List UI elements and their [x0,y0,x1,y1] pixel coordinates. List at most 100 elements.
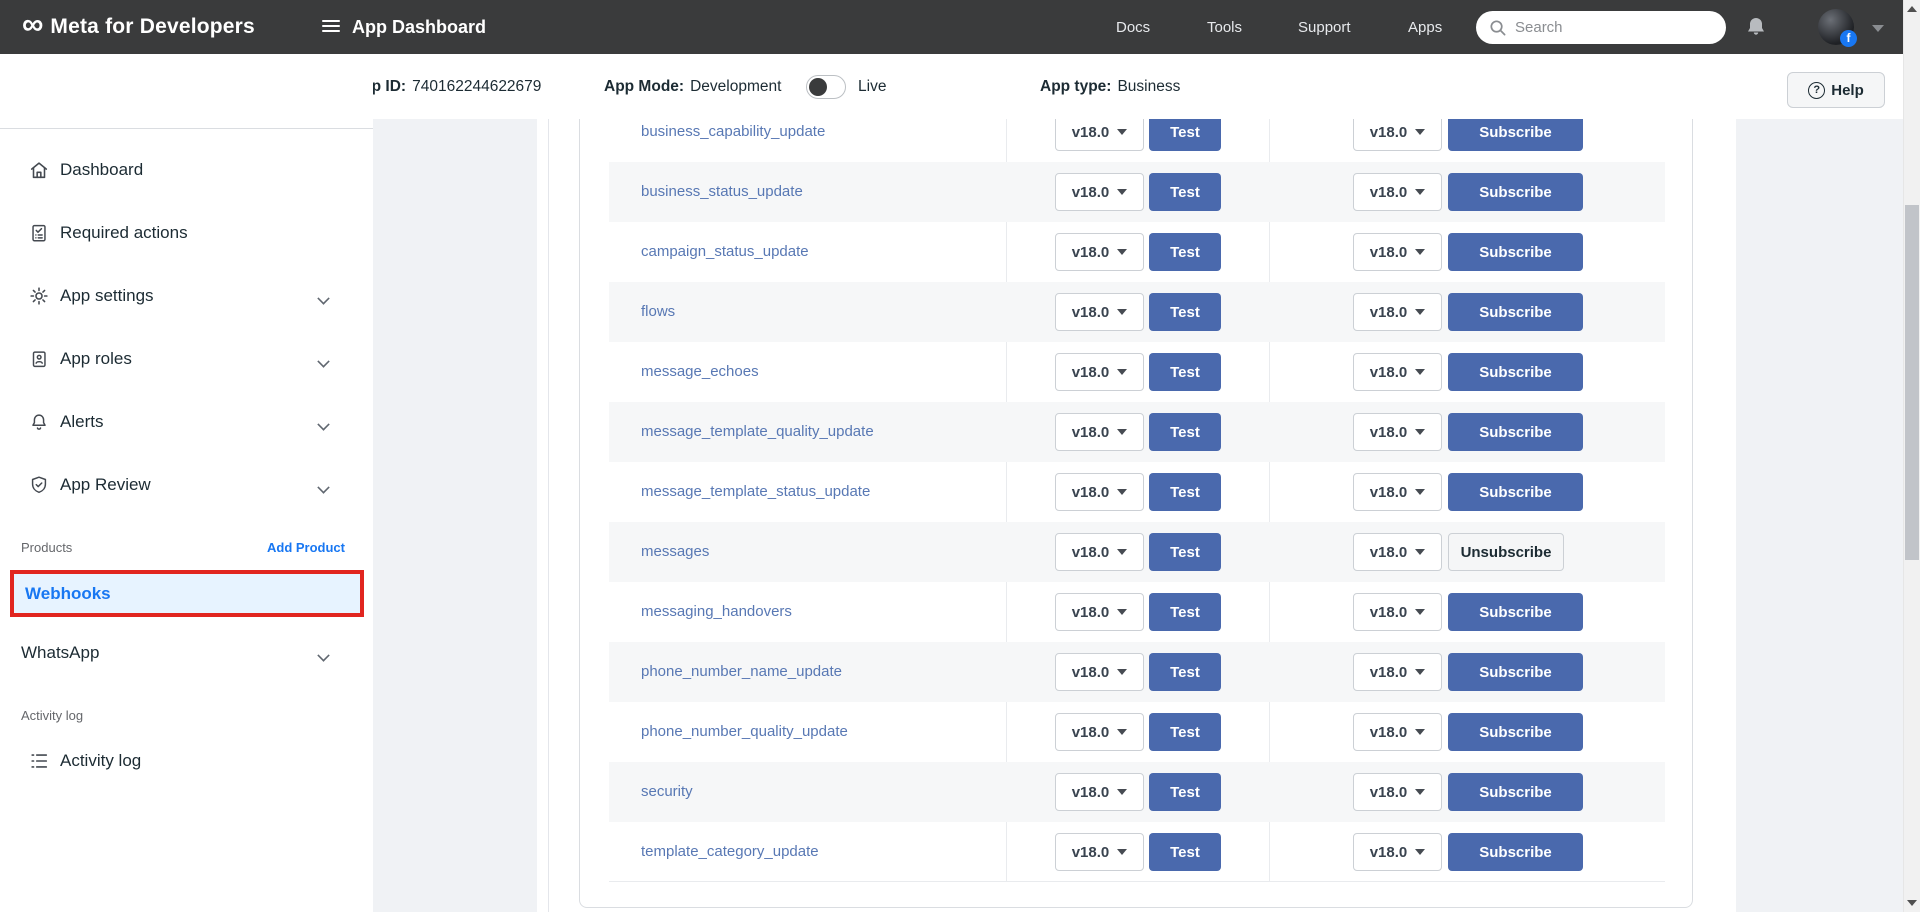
sidebar-item-whatsapp[interactable]: WhatsApp [0,633,373,673]
subscribe-version-dropdown[interactable]: v18.0 [1353,833,1442,871]
subscribe-version-dropdown[interactable]: v18.0 [1353,593,1442,631]
subscribe-version-dropdown[interactable]: v18.0 [1353,353,1442,391]
sidebar-item-dashboard[interactable]: Dashboard [0,150,373,190]
sidebar-item-activity-log[interactable]: Activity log [0,741,373,781]
subscribe-version-dropdown[interactable]: v18.0 [1353,653,1442,691]
subscribe-version-dropdown[interactable]: v18.0 [1353,533,1442,571]
subscribe-button[interactable]: Subscribe [1448,119,1583,151]
sidebar-item-app-roles[interactable]: App roles [0,339,373,379]
webhook-field-link[interactable]: flows [641,282,675,342]
scrollbar-thumb[interactable] [1905,205,1919,560]
webhook-field-link[interactable]: campaign_status_update [641,222,809,282]
scroll-up-arrow-icon[interactable] [1907,6,1917,12]
test-button[interactable]: Test [1149,773,1221,811]
sidebar-item-required-actions[interactable]: Required actions [0,213,373,253]
sidebar-item-app-settings[interactable]: App settings [0,276,373,316]
subscribe-version-dropdown[interactable]: v18.0 [1353,413,1442,451]
subscribe-button[interactable]: Subscribe [1448,293,1583,331]
hamburger-menu-icon[interactable] [322,20,340,32]
chevron-down-icon [317,355,329,367]
test-button[interactable]: Test [1149,653,1221,691]
webhook-field-link[interactable]: business_capability_update [641,119,825,162]
search-input[interactable] [1515,19,1695,36]
chevron-down-icon [1117,789,1127,795]
app-mode-label: App Mode: [604,78,684,96]
test-version-dropdown[interactable]: v18.0 [1055,233,1144,271]
webhook-field-link[interactable]: security [641,762,693,822]
subscribe-button[interactable]: Subscribe [1448,593,1583,631]
webhook-field-link[interactable]: message_template_status_update [641,462,870,522]
subscribe-button[interactable]: Subscribe [1448,233,1583,271]
test-version-dropdown[interactable]: v18.0 [1055,119,1144,151]
test-button[interactable]: Test [1149,173,1221,211]
webhook-field-link[interactable]: messages [641,522,709,582]
test-button[interactable]: Test [1149,413,1221,451]
help-button[interactable]: ? Help [1787,72,1885,108]
sidebar-item-label: Activity log [60,741,141,781]
subscribe-version-dropdown[interactable]: v18.0 [1353,293,1442,331]
webhook-field-link[interactable]: business_status_update [641,162,803,222]
test-version-dropdown[interactable]: v18.0 [1055,833,1144,871]
chevron-down-icon [1415,609,1425,615]
test-version-dropdown[interactable]: v18.0 [1055,653,1144,691]
test-version-dropdown[interactable]: v18.0 [1055,353,1144,391]
sidebar-item-webhooks[interactable]: Webhooks [10,570,364,617]
subscribe-version-dropdown[interactable]: v18.0 [1353,233,1442,271]
nav-link-tools[interactable]: Tools [1207,0,1242,54]
avatar[interactable]: f [1818,9,1854,45]
test-button[interactable]: Test [1149,833,1221,871]
window-scrollbar[interactable] [1903,0,1920,912]
subscribe-version-dropdown[interactable]: v18.0 [1353,773,1442,811]
test-button[interactable]: Test [1149,593,1221,631]
subscribe-button[interactable]: Subscribe [1448,353,1583,391]
test-version-dropdown[interactable]: v18.0 [1055,473,1144,511]
subscribe-version-dropdown[interactable]: v18.0 [1353,473,1442,511]
subscribe-button[interactable]: Subscribe [1448,773,1583,811]
test-version-dropdown[interactable]: v18.0 [1055,173,1144,211]
subscribe-button[interactable]: Subscribe [1448,833,1583,871]
meta-developers-logo[interactable]: ∞ Meta for Developers [22,0,255,54]
nav-link-support[interactable]: Support [1298,0,1351,54]
subscribe-button[interactable]: Subscribe [1448,473,1583,511]
meta-infinity-icon: ∞ [22,10,43,40]
subscribe-button[interactable]: Subscribe [1448,413,1583,451]
test-button[interactable]: Test [1149,233,1221,271]
app-mode-toggle[interactable] [806,75,846,99]
test-version-dropdown[interactable]: v18.0 [1055,593,1144,631]
test-button[interactable]: Test [1149,119,1221,151]
nav-link-docs[interactable]: Docs [1116,0,1150,54]
webhook-field-link[interactable]: message_template_quality_update [641,402,874,462]
test-version-dropdown[interactable]: v18.0 [1055,773,1144,811]
webhook-field-link[interactable]: message_echoes [641,342,759,402]
subscribe-button[interactable]: Subscribe [1448,653,1583,691]
webhook-field-link[interactable]: phone_number_quality_update [641,702,848,762]
account-chevron-down-icon[interactable] [1872,25,1884,32]
subscribe-button[interactable]: Subscribe [1448,173,1583,211]
test-button[interactable]: Test [1149,293,1221,331]
test-button[interactable]: Test [1149,533,1221,571]
sidebar-item-app-review[interactable]: App Review [0,465,373,505]
webhook-field-link[interactable]: messaging_handovers [641,582,792,642]
notifications-bell-icon[interactable] [1744,15,1768,39]
test-version-dropdown[interactable]: v18.0 [1055,533,1144,571]
test-button[interactable]: Test [1149,713,1221,751]
nav-link-apps[interactable]: Apps [1408,0,1442,54]
subscribe-version-dropdown[interactable]: v18.0 [1353,173,1442,211]
subscribe-version-dropdown[interactable]: v18.0 [1353,119,1442,151]
webhook-field-link[interactable]: phone_number_name_update [641,642,842,702]
test-button[interactable]: Test [1149,353,1221,391]
webhook-field-link[interactable]: template_category_update [641,822,819,882]
test-version-dropdown[interactable]: v18.0 [1055,413,1144,451]
sidebar-item-alerts[interactable]: Alerts [0,402,373,442]
test-version-dropdown[interactable]: v18.0 [1055,293,1144,331]
subscribe-version-dropdown[interactable]: v18.0 [1353,713,1442,751]
test-version-dropdown[interactable]: v18.0 [1055,713,1144,751]
subscribe-button[interactable]: Subscribe [1448,713,1583,751]
test-button[interactable]: Test [1149,473,1221,511]
unsubscribe-button[interactable]: Unsubscribe [1448,533,1564,571]
app-dashboard-title[interactable]: App Dashboard [352,0,486,54]
add-product-link[interactable]: Add Product [267,536,345,560]
chevron-down-icon [1415,189,1425,195]
scroll-down-arrow-icon[interactable] [1907,900,1917,906]
search-box[interactable] [1476,11,1726,44]
